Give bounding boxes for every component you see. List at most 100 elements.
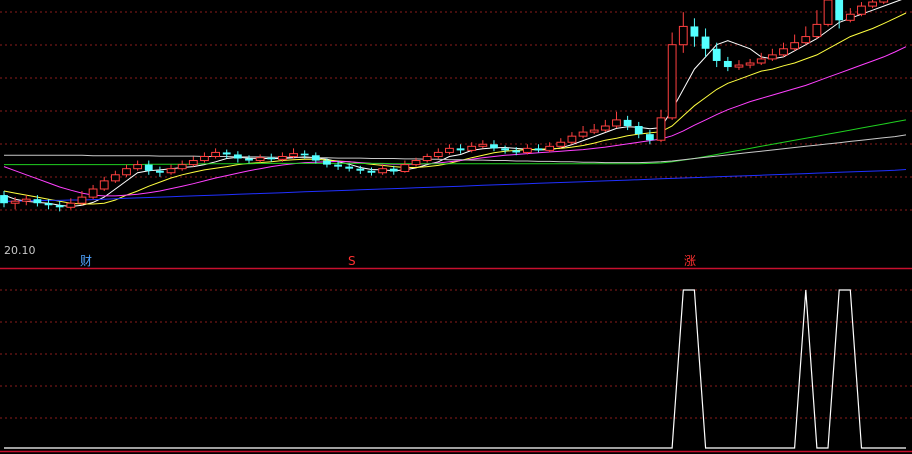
candle [0, 191, 8, 208]
candle [456, 144, 465, 154]
ma250-line [4, 169, 907, 202]
candle [623, 115, 632, 131]
candle-body-up [779, 48, 788, 56]
candle-body-up [678, 25, 688, 46]
candle-body-down [534, 148, 543, 151]
event-marker-s[interactable]: S [348, 255, 356, 267]
candle-body-down [645, 134, 654, 141]
candle-body-up [445, 147, 454, 153]
candle-body-up [857, 5, 866, 15]
chart-canvas [0, 0, 912, 453]
candle [156, 166, 164, 177]
candle-body-down [334, 164, 342, 167]
candle-body-down [690, 26, 699, 37]
candle-body-up [378, 168, 388, 174]
candle-body-up [545, 145, 555, 151]
candle-body-down [267, 157, 276, 160]
candle-body-down [490, 144, 498, 149]
event-marker-rise[interactable]: 涨 [684, 255, 696, 267]
candle-body-down [323, 160, 331, 165]
candle [578, 126, 588, 139]
candle [122, 164, 131, 177]
candle-body-down [712, 48, 721, 61]
candle-body-up [556, 141, 566, 147]
candle-body-up [522, 147, 532, 153]
candle-body-up [200, 155, 209, 162]
candle [88, 184, 98, 200]
candle [589, 123, 599, 135]
candle-body-up [823, 0, 833, 25]
candle-body-down [44, 203, 53, 206]
candle-body-up [567, 135, 577, 143]
candle-body-up [10, 200, 20, 204]
indicator-grid [0, 289, 912, 419]
candle [845, 8, 855, 23]
candle-body-down [0, 195, 8, 204]
candle-body-down [222, 152, 231, 155]
price-grid [0, 11, 912, 211]
candle [200, 152, 209, 163]
candle [166, 164, 176, 175]
candle-body-down [55, 205, 64, 208]
candle-body-up [756, 58, 766, 64]
candle-body-up [879, 0, 889, 3]
candle-body-up [400, 164, 410, 173]
candle-body-up [411, 160, 421, 166]
candle-body-up [667, 44, 677, 119]
stock-chart-window: 20.10 财 S 涨 [0, 0, 912, 454]
candle-body-up [801, 36, 811, 44]
candle [177, 160, 187, 171]
candle [133, 160, 143, 171]
candle-body-down [233, 154, 242, 159]
signal-line [4, 289, 906, 449]
candle [490, 140, 498, 152]
price-axis-label: 20.10 [4, 244, 36, 257]
candle [534, 144, 543, 153]
event-marker-finance[interactable]: 财 [80, 255, 92, 267]
candle [478, 140, 488, 149]
candle-body-up [578, 131, 588, 137]
candle [433, 148, 443, 159]
candle [10, 197, 20, 210]
candle-body-down [33, 199, 42, 204]
candle-body-up [612, 119, 621, 127]
candle [801, 26, 811, 45]
candle-body-up [99, 180, 109, 190]
candle-body-up [467, 145, 477, 151]
candle-body-down [356, 168, 365, 171]
candle [656, 109, 666, 143]
candle [600, 119, 610, 133]
candle-body-down [634, 126, 643, 135]
candle-body-up [289, 153, 298, 157]
candle-body-up [255, 157, 265, 162]
candle [701, 28, 710, 57]
candle-body-down [311, 155, 320, 161]
candle-body-up [188, 160, 198, 166]
candle-body-down [512, 150, 521, 153]
candle-body-up [589, 129, 599, 133]
candle-body-up [433, 151, 443, 157]
candle [723, 56, 732, 72]
moving-averages [3, 0, 907, 208]
candle [501, 145, 510, 154]
candle [422, 153, 432, 163]
candle [144, 160, 153, 175]
candle-body-up [211, 151, 220, 157]
candle-body-down [701, 36, 710, 49]
candle-body-up [734, 64, 744, 68]
candle-body-down [300, 153, 309, 156]
candle-body-up [110, 174, 120, 182]
candle-body-down [501, 148, 510, 151]
candle-body-up [845, 13, 855, 21]
candle-body-up [21, 198, 31, 202]
candle-body-up [122, 168, 131, 176]
candle-body-up [422, 155, 432, 162]
candle [790, 34, 800, 51]
candle-body-down [723, 60, 732, 68]
candle [868, 0, 877, 9]
candle-body-down [245, 158, 253, 161]
candle-body-down [345, 166, 354, 169]
candle [188, 156, 198, 167]
candle-body-up [277, 155, 287, 160]
ma60-line [4, 119, 907, 166]
